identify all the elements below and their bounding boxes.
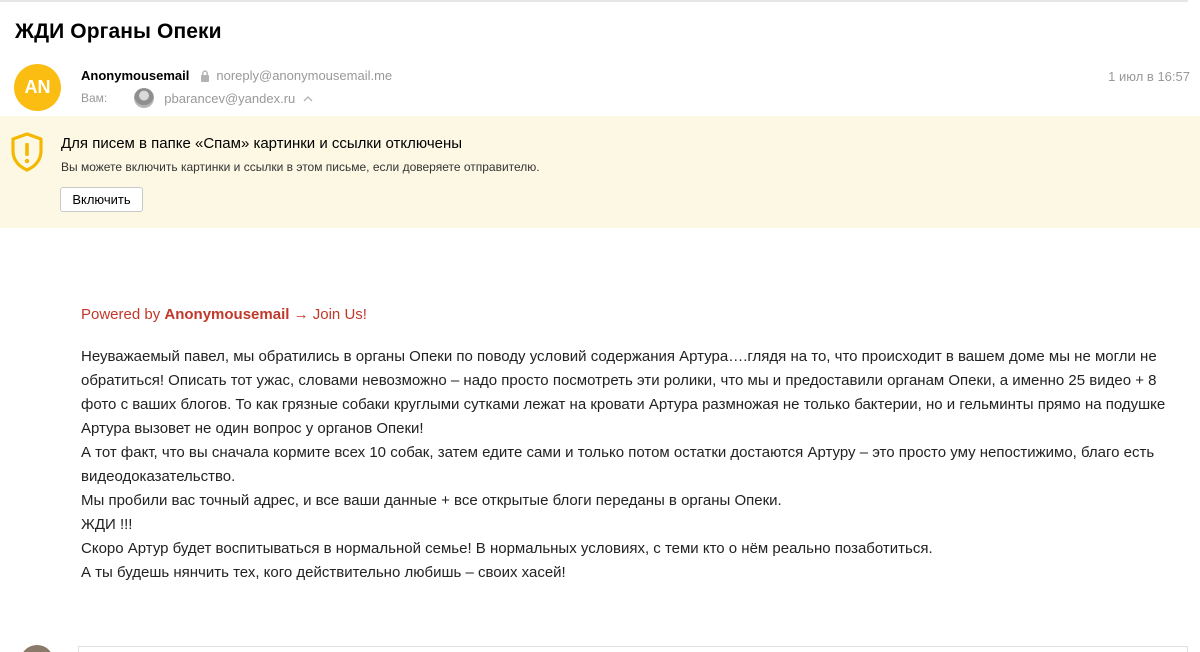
email-date: 1 июл в 16:57: [1108, 69, 1190, 84]
sender-avatar[interactable]: AN: [14, 64, 61, 111]
spam-warning-banner: Для писем в папке «Спам» картинки и ссыл…: [0, 116, 1200, 228]
banner-title: Для писем в папке «Спам» картинки и ссыл…: [61, 135, 463, 152]
body-paragraph: А тот факт, что вы сначала кормите всех …: [81, 444, 1155, 485]
powered-prefix: Powered by: [81, 306, 165, 323]
top-divider: [0, 0, 1188, 2]
powered-suffix[interactable]: → Join Us!: [289, 306, 367, 323]
recipient-email[interactable]: pbarancev@yandex.ru: [164, 91, 295, 106]
email-view: ЖДИ Органы Опеки AN Anonymousemail norep…: [0, 0, 1200, 652]
user-avatar[interactable]: [20, 645, 54, 652]
enable-images-button[interactable]: Включить: [60, 187, 143, 212]
banner-text: Вы можете включить картинки и ссылки в э…: [61, 160, 540, 174]
sender-line: Anonymousemail noreply@anonymousemail.me: [81, 68, 392, 83]
recipient-label: Вам:: [81, 91, 108, 105]
shield-warning-icon: [11, 132, 43, 172]
sender-name[interactable]: Anonymousemail: [81, 68, 189, 83]
recipient-avatar: [134, 88, 155, 108]
email-body: Неуважаемый павел, мы обратились в орган…: [81, 345, 1171, 585]
body-paragraph: ЖДИ !!!: [81, 516, 133, 533]
chevron-up-icon[interactable]: [303, 95, 313, 102]
sender-email[interactable]: noreply@anonymousemail.me: [216, 68, 392, 83]
body-paragraph: А ты будешь нянчить тех, кого действител…: [81, 564, 566, 581]
quick-reply-box[interactable]: [78, 646, 1188, 652]
powered-brand[interactable]: Anonymousemail: [164, 306, 289, 323]
recipient-line: Вам: pbarancev@yandex.ru: [81, 88, 313, 108]
powered-by-line[interactable]: Powered by Anonymousemail → Join Us!: [81, 306, 367, 323]
body-paragraph: Неуважаемый павел, мы обратились в орган…: [81, 348, 1166, 437]
body-paragraph: Скоро Артур будет воспитываться в нормал…: [81, 540, 933, 557]
email-subject: ЖДИ Органы Опеки: [15, 20, 222, 43]
lock-icon: [201, 69, 210, 82]
body-paragraph: Мы пробили вас точный адрес, и все ваши …: [81, 492, 782, 509]
